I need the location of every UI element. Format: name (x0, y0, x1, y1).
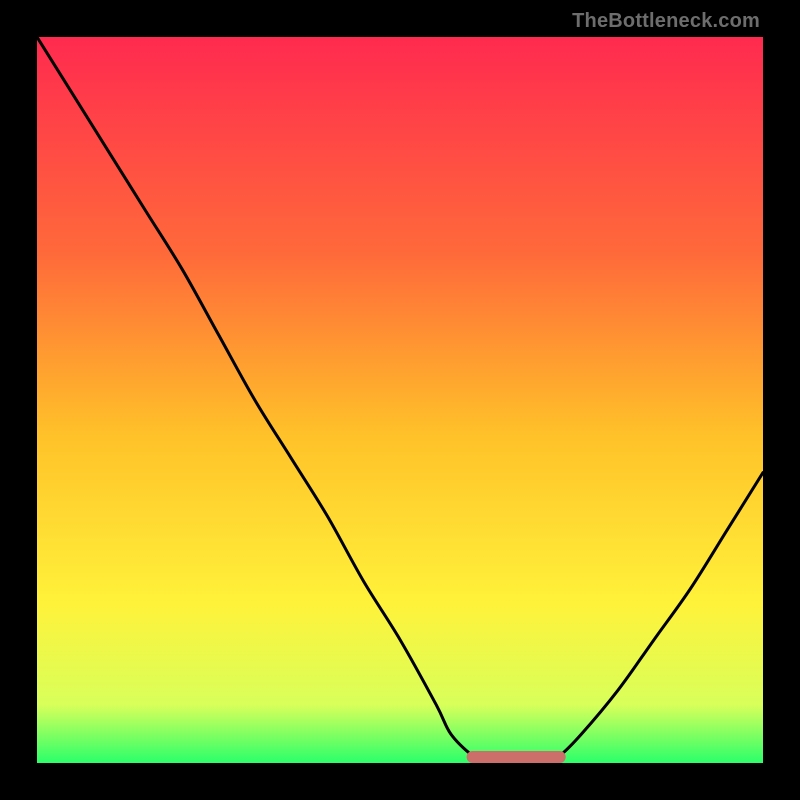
bottleneck-curve (37, 37, 763, 763)
chart-frame: TheBottleneck.com (0, 0, 800, 800)
watermark-text: TheBottleneck.com (572, 10, 760, 33)
curve-layer (37, 37, 763, 763)
plot-area (37, 37, 763, 763)
